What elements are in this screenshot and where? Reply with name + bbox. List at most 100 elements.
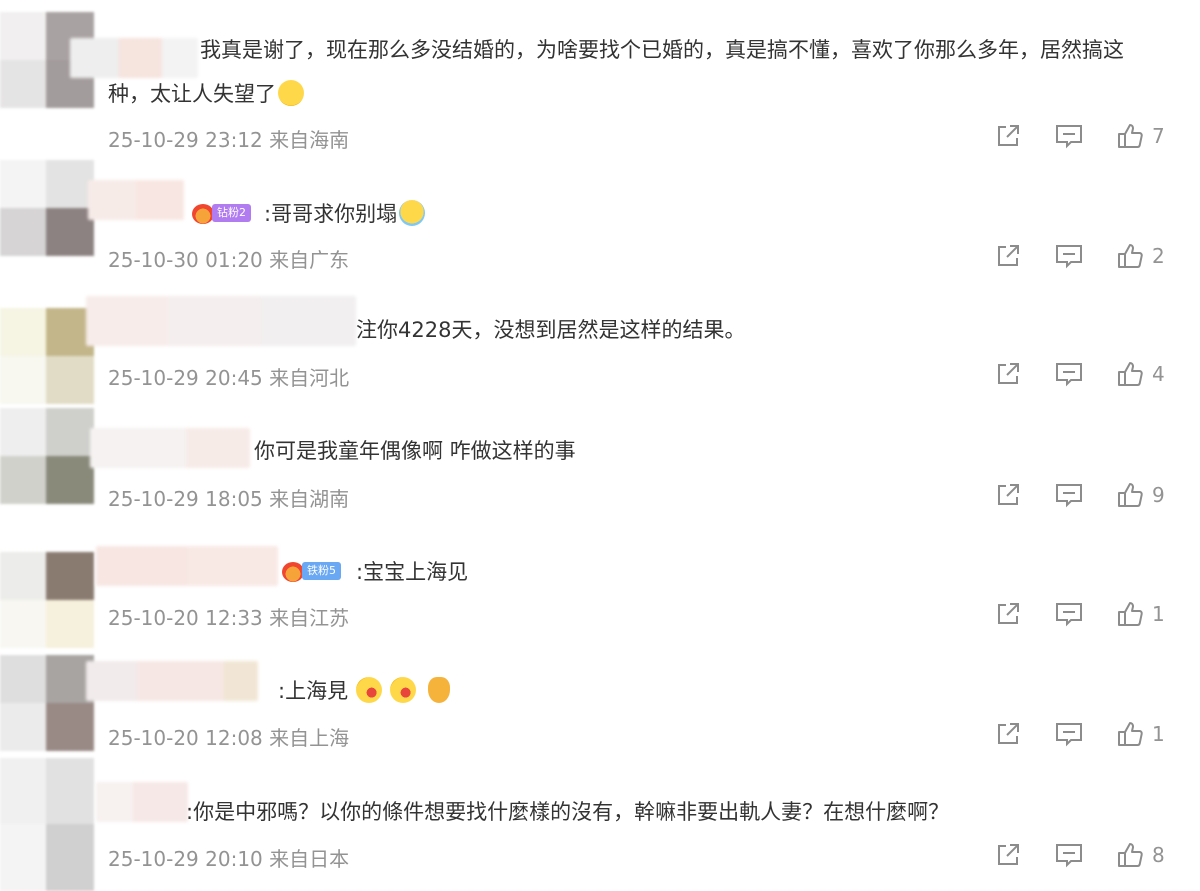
like-icon [1116, 122, 1144, 150]
username-blurred[interactable] [86, 296, 356, 346]
comment-actions: 9 [962, 481, 1166, 509]
share-button[interactable] [994, 600, 1022, 628]
comment-actions: 4 [962, 360, 1166, 388]
comment-actions: 1 [962, 720, 1166, 748]
comment-location: 来自河北 [269, 366, 350, 390]
comment-item: :上海見 25-10-20 12:08 来自上海 1 [0, 655, 1200, 774]
reply-button[interactable] [1054, 841, 1084, 869]
kissing-heart-emoji-icon [390, 677, 417, 703]
comment-text: :上海見 [278, 669, 451, 713]
crying-emoji-icon [399, 200, 426, 226]
share-button[interactable] [994, 360, 1022, 388]
comment-actions: 1 [962, 600, 1166, 628]
fan-badge: 铁粉5 [302, 562, 341, 580]
comment-text: :哥哥求你别塌 [264, 192, 426, 236]
like-count: 1 [1152, 722, 1165, 746]
like-icon [1116, 360, 1144, 388]
comment-actions: 2 [962, 242, 1166, 270]
comment-time: 25-10-20 12:08 [108, 726, 263, 750]
reply-button[interactable] [1054, 720, 1084, 748]
like-icon [1116, 242, 1144, 270]
avatar[interactable] [0, 160, 94, 256]
comment-meta: 25-10-29 20:45 来自河北 [108, 362, 349, 391]
pointing-hand-emoji-icon [428, 677, 451, 703]
comment-text: 注你4228天，没想到居然是这样的结果。 [356, 318, 746, 342]
like-count: 8 [1152, 843, 1165, 867]
like-button[interactable]: 4 [1116, 360, 1166, 388]
reply-button[interactable] [1054, 600, 1084, 628]
like-button[interactable]: 1 [1116, 600, 1166, 628]
reply-button[interactable] [1054, 122, 1084, 150]
avatar[interactable] [0, 552, 94, 648]
avatar[interactable] [0, 655, 94, 751]
comment-time: 25-10-30 01:20 [108, 248, 263, 272]
disappointed-emoji-icon [278, 80, 304, 106]
like-button[interactable]: 1 [1116, 720, 1166, 748]
comment-meta: 25-10-29 18:05 来自湖南 [108, 483, 349, 512]
like-button[interactable]: 2 [1116, 242, 1166, 270]
comment-text: 我真是谢了，现在那么多没结婚的，为啥要找个已婚的，真是搞不懂，喜欢了你那么多年，… [108, 38, 1124, 106]
comment-item: 钻粉2 :哥哥求你别塌 25-10-30 01:20 来自广东 2 [0, 160, 1200, 279]
username-blurred[interactable] [86, 661, 258, 701]
avatar[interactable] [0, 408, 94, 504]
fan-crown-icon [192, 204, 214, 224]
comment-location: 来自日本 [269, 847, 350, 871]
comment-icon [1054, 360, 1084, 388]
share-icon [994, 122, 1022, 150]
username-blurred[interactable] [96, 782, 188, 822]
comment-icon [1054, 481, 1084, 509]
like-icon [1116, 600, 1144, 628]
avatar[interactable] [0, 758, 94, 891]
share-button[interactable] [994, 841, 1022, 869]
share-icon [994, 481, 1022, 509]
comment-actions: 7 [962, 122, 1166, 150]
share-button[interactable] [994, 122, 1022, 150]
like-count: 1 [1152, 602, 1165, 626]
like-count: 4 [1152, 362, 1165, 386]
like-count: 7 [1152, 124, 1165, 148]
username-blurred[interactable] [96, 546, 278, 586]
share-icon [994, 360, 1022, 388]
comment-text: :宝宝上海见 [356, 560, 469, 584]
like-button[interactable]: 8 [1116, 841, 1166, 869]
like-button[interactable]: 9 [1116, 481, 1166, 509]
like-icon [1116, 481, 1144, 509]
comment-item: 你可是我童年偶像啊 咋做这样的事 25-10-29 18:05 来自湖南 9 [0, 408, 1200, 527]
comment-actions: 8 [962, 841, 1166, 869]
comment-icon [1054, 841, 1084, 869]
comment-time: 25-10-29 18:05 [108, 487, 263, 511]
comment-location: 来自江苏 [269, 606, 350, 630]
comment-item: 我真是谢了，现在那么多没结婚的，为啥要找个已婚的，真是搞不懂，喜欢了你那么多年，… [0, 12, 1200, 152]
comment-icon [1054, 600, 1084, 628]
comment-item: 铁粉5 :宝宝上海见 25-10-20 12:33 来自江苏 1 [0, 546, 1200, 671]
comment-meta: 25-10-20 12:08 来自上海 [108, 722, 349, 751]
reply-button[interactable] [1054, 242, 1084, 270]
like-button[interactable]: 7 [1116, 122, 1166, 150]
username-blurred[interactable] [88, 180, 184, 220]
share-button[interactable] [994, 242, 1022, 270]
share-button[interactable] [994, 481, 1022, 509]
comment-location: 来自广东 [269, 248, 350, 272]
fan-crown-icon [282, 562, 304, 582]
username-blurred[interactable] [90, 428, 250, 468]
like-icon [1116, 720, 1144, 748]
comment-time: 25-10-29 20:10 [108, 847, 263, 871]
comment-text: 你可是我童年偶像啊 咋做这样的事 [254, 439, 576, 463]
reply-button[interactable] [1054, 360, 1084, 388]
comment-location: 来自上海 [269, 726, 350, 750]
reply-button[interactable] [1054, 481, 1084, 509]
comment-text: :你是中邪嗎？以你的條件想要找什麼樣的沒有，幹嘛非要出軌人妻？在想什麼啊？ [186, 800, 950, 824]
comment-time: 25-10-29 20:45 [108, 366, 263, 390]
share-button[interactable] [994, 720, 1022, 748]
comment-item: :你是中邪嗎？以你的條件想要找什麼樣的沒有，幹嘛非要出軌人妻？在想什麼啊？ 25… [0, 758, 1200, 891]
kissing-heart-emoji-icon [356, 677, 383, 703]
comment-list: 我真是谢了，现在那么多没结婚的，为啥要找个已婚的，真是搞不懂，喜欢了你那么多年，… [0, 0, 1200, 891]
comment-meta: 25-10-20 12:33 来自江苏 [108, 602, 349, 631]
avatar[interactable] [0, 308, 94, 404]
share-icon [994, 841, 1022, 869]
like-count: 2 [1152, 244, 1165, 268]
like-icon [1116, 841, 1144, 869]
comment-icon [1054, 720, 1084, 748]
fan-badge: 钻粉2 [212, 204, 251, 222]
comment-location: 来自海南 [269, 128, 350, 152]
